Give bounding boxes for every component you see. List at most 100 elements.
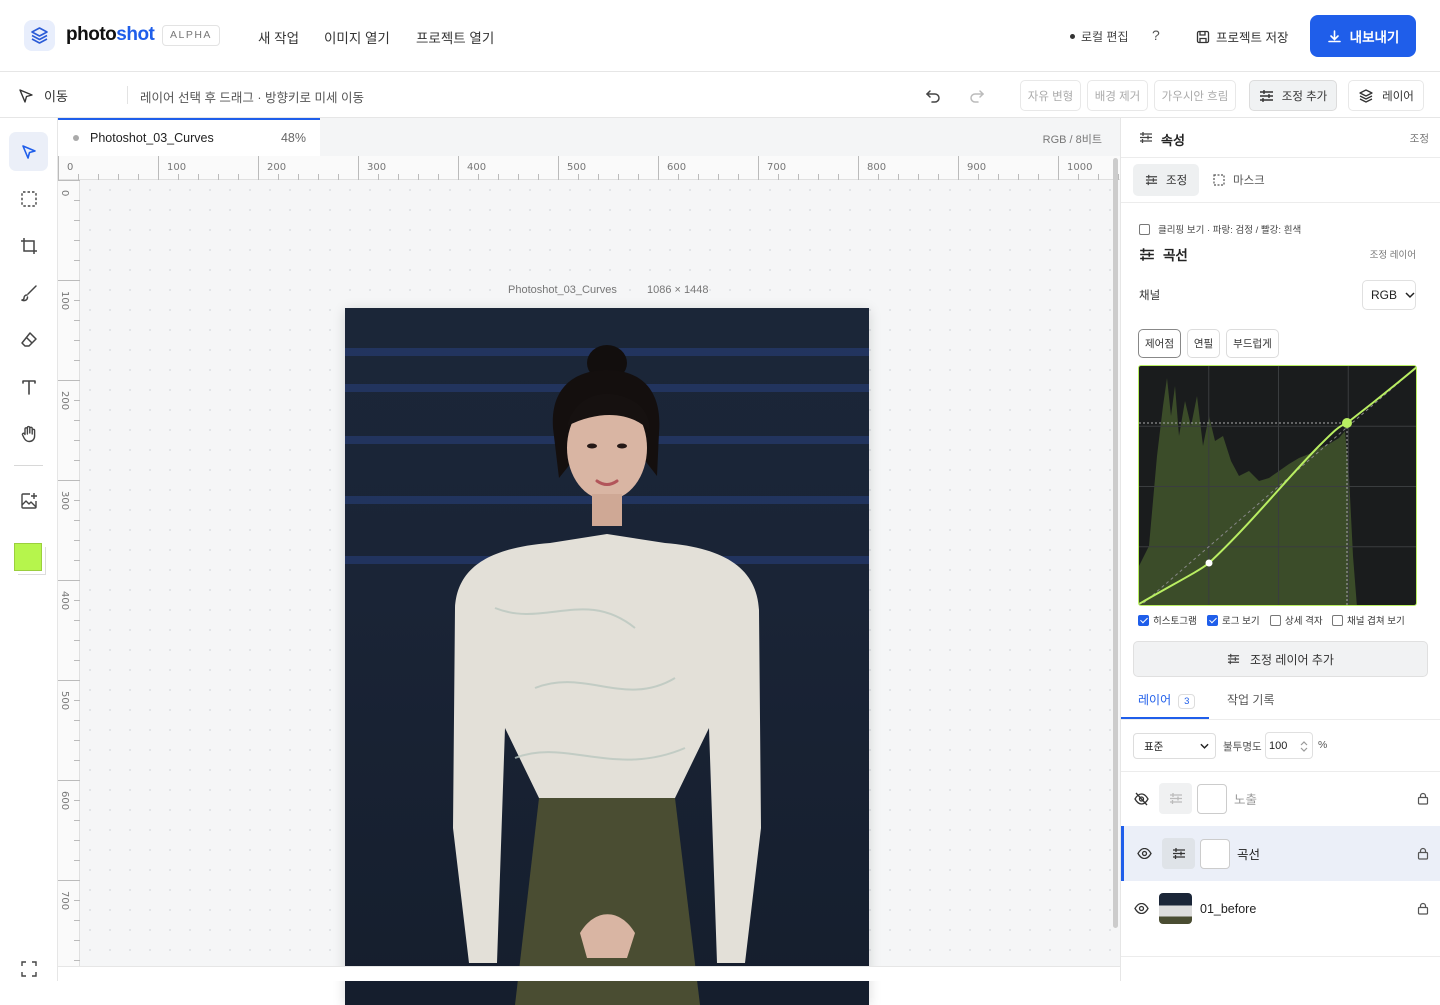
option-channel-overlay[interactable]: 채널 겹쳐 보기 <box>1332 613 1405 627</box>
ruler-h-label: 400 <box>467 162 487 173</box>
ruler-v-label: 200 <box>59 391 70 411</box>
tab-mask[interactable]: 마스크 <box>1201 164 1277 196</box>
redo-icon[interactable] <box>968 86 986 104</box>
active-tab-indicator <box>1121 717 1209 719</box>
move-tool-button[interactable] <box>9 132 48 171</box>
mode-pencil-button[interactable]: 연필 <box>1187 329 1220 358</box>
export-button[interactable]: 내보내기 <box>1310 15 1416 57</box>
stepper-icon[interactable] <box>1300 740 1308 753</box>
document-tab[interactable]: Photoshot_03_Curves 48% <box>58 118 320 156</box>
menu-open-project[interactable]: 프로젝트 열기 <box>416 27 494 47</box>
detail-grid-checkbox[interactable] <box>1270 614 1281 626</box>
layers-button[interactable]: 레이어 <box>1348 80 1424 111</box>
divider <box>1121 956 1440 957</box>
mode-smooth-button[interactable]: 부드럽게 <box>1226 329 1279 358</box>
sliders-icon <box>1140 132 1152 143</box>
option-histogram[interactable]: 히스토그램 <box>1138 613 1197 627</box>
text-icon <box>21 379 36 395</box>
gaussian-blur-button[interactable]: 가우시안 흐림 <box>1154 80 1236 111</box>
portrait-figure <box>453 345 761 1005</box>
foreground-color-swatch[interactable] <box>14 543 42 571</box>
layer-name: 01_before <box>1200 901 1257 916</box>
add-adjustment-button[interactable]: 조정 추가 <box>1249 80 1337 111</box>
undo-icon[interactable] <box>924 86 942 104</box>
fullscreen-icon <box>20 960 37 977</box>
clipping-checkbox[interactable] <box>1139 223 1150 235</box>
canvas-image[interactable] <box>345 308 869 1005</box>
color-mode-info: RGB / 8비트 <box>1042 134 1102 146</box>
lock-icon[interactable] <box>1417 792 1429 805</box>
histogram-checkbox[interactable] <box>1138 614 1149 626</box>
chevron-down-icon <box>1200 743 1209 749</box>
ruler-v-label: 300 <box>59 491 70 511</box>
adjustment-thumb <box>1159 783 1192 814</box>
channel-overlay-option-label: 채널 겹쳐 보기 <box>1347 616 1405 627</box>
layer-mask-thumb[interactable] <box>1200 838 1230 869</box>
canvas-vertical-scrollbar[interactable] <box>1113 158 1118 928</box>
sliders-icon <box>1145 174 1158 186</box>
layer-row-curves[interactable]: 곡선 <box>1121 826 1440 881</box>
layer-mask-thumb[interactable] <box>1197 783 1227 814</box>
move-tool-label: 이동 <box>44 89 68 104</box>
tab-history[interactable]: 작업 기록 <box>1227 691 1275 708</box>
tab-layers[interactable]: 레이어 3 <box>1138 691 1196 709</box>
move-tool-indicator: 이동 <box>18 86 68 105</box>
opacity-unit: % <box>1318 739 1328 751</box>
eye-off-icon[interactable] <box>1134 792 1149 806</box>
top-bar: photoshot ALPHA 새 작업 이미지 열기 프로젝트 열기 로컬 편… <box>0 0 1440 72</box>
eye-icon[interactable] <box>1137 848 1152 859</box>
curve-control-point-active <box>1342 418 1352 428</box>
option-log-view[interactable]: 로그 보기 <box>1207 613 1260 627</box>
ruler-v-label: 100 <box>59 291 70 311</box>
logo-prefix: photo <box>66 24 117 45</box>
add-image-tool-button[interactable] <box>9 481 48 520</box>
brush-tool-button[interactable] <box>9 273 48 312</box>
remove-background-button[interactable]: 배경 제거 <box>1087 80 1148 111</box>
properties-panel: 속성 조정 조정 마스크 클리핑 보기 · 파랑: 검정 / 빨강: 흰색 곡선… <box>1120 118 1440 981</box>
channel-overlay-checkbox[interactable] <box>1332 614 1343 626</box>
menu-open-image[interactable]: 이미지 열기 <box>324 27 390 47</box>
add-adjustment-label: 조정 추가 <box>1281 90 1328 103</box>
lock-icon[interactable] <box>1417 902 1429 915</box>
options-toolbar: 이동 레이어 선택 후 드래그 · 방향키로 미세 이동 자유 변형 배경 제거… <box>0 72 1440 118</box>
image-caption: Photoshot_03_Curves <box>508 284 617 296</box>
hand-tool-button[interactable] <box>9 414 48 453</box>
log-view-checkbox[interactable] <box>1207 614 1218 626</box>
help-button[interactable]: ? <box>1152 27 1160 43</box>
free-transform-button[interactable]: 자유 변형 <box>1020 80 1081 111</box>
canvas-stage[interactable]: Photoshot_03_Curves 1086 × 1448 <box>80 180 1120 1005</box>
opacity-input[interactable]: 100 <box>1265 732 1313 759</box>
option-detail-grid[interactable]: 상세 격자 <box>1270 613 1323 627</box>
marquee-tool-button[interactable] <box>9 179 48 218</box>
mode-control-point-button[interactable]: 제어점 <box>1138 329 1181 358</box>
channel-select[interactable]: RGB <box>1362 280 1416 310</box>
layer-row-exposure[interactable]: 노출 <box>1121 771 1440 826</box>
blend-mode-value: 표준 <box>1144 740 1164 753</box>
sliders-icon <box>1172 848 1185 859</box>
ruler-h-label: 1000 <box>1067 162 1093 173</box>
text-tool-button[interactable] <box>9 367 48 406</box>
curves-graph[interactable] <box>1138 365 1417 606</box>
chevron-down-icon <box>1405 291 1415 298</box>
add-adjustment-layer-button[interactable]: 조정 레이어 추가 <box>1133 641 1428 677</box>
pointer-icon <box>21 144 36 159</box>
tab-adjust[interactable]: 조정 <box>1133 164 1200 196</box>
crop-tool-button[interactable] <box>9 226 48 265</box>
ruler-h-label: 800 <box>867 162 887 173</box>
alpha-badge: ALPHA <box>162 25 220 46</box>
hand-icon <box>21 425 35 442</box>
eye-icon[interactable] <box>1134 903 1149 914</box>
clipping-preview-row[interactable]: 클리핑 보기 · 파랑: 검정 / 빨강: 흰색 <box>1139 222 1301 236</box>
menu-new-job[interactable]: 새 작업 <box>258 27 299 47</box>
layer-row-base[interactable]: 01_before <box>1121 881 1440 936</box>
save-project-button[interactable]: 프로젝트 저장 <box>1196 27 1288 46</box>
eraser-tool-button[interactable] <box>9 320 48 359</box>
fullscreen-button[interactable] <box>9 949 48 988</box>
blend-mode-select[interactable]: 표준 <box>1133 733 1216 759</box>
vertical-ruler: 0 100 200 300 400 500 600 700 <box>58 180 80 981</box>
ruler-v-label: 0 <box>59 190 70 197</box>
image-dimensions: 1086 × 1448 <box>647 284 709 296</box>
lock-icon[interactable] <box>1417 847 1429 860</box>
logo-suffix: shot <box>116 24 155 45</box>
opacity-label: 불투명도 <box>1223 741 1262 753</box>
